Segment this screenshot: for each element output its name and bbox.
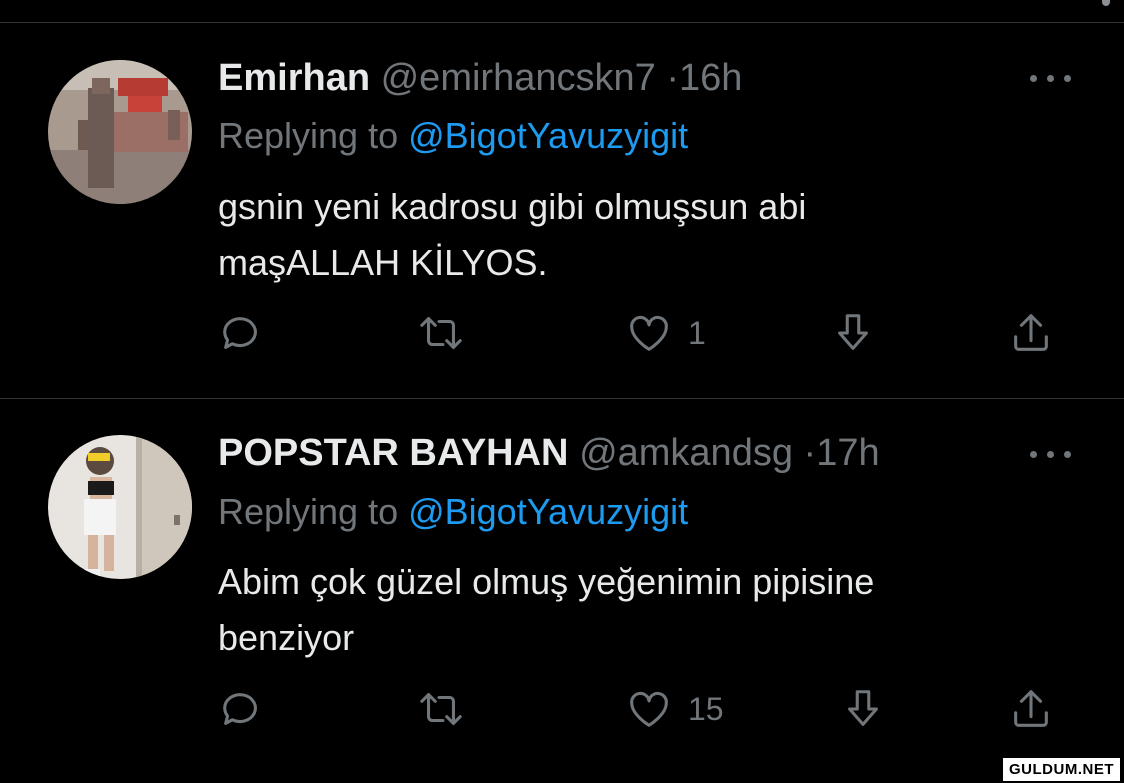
downvote-button[interactable]	[840, 684, 886, 734]
separator: ·	[666, 57, 679, 99]
user-handle[interactable]: @amkandsg	[579, 432, 793, 474]
tweet-header: POPSTAR BAYHAN @amkandsg ·17h	[218, 431, 880, 475]
retweet-icon	[420, 317, 462, 349]
separator: ·	[803, 432, 817, 474]
reply-button[interactable]	[218, 684, 264, 734]
display-name[interactable]: POPSTAR BAYHAN	[218, 432, 569, 474]
replying-to: Replying to @BigotYavuzyigit	[218, 490, 688, 534]
scrollbar-indicator[interactable]	[1102, 0, 1110, 6]
like-button[interactable]: 1	[626, 308, 706, 358]
mention-link[interactable]: @BigotYavuzyigit	[408, 115, 688, 156]
tweet-text: gsnin yeni kadrosu gibi olmuşsun abi maş…	[218, 186, 807, 283]
reply-icon	[223, 693, 257, 725]
like-count: 15	[688, 690, 724, 727]
tweet-header: Emirhan @emirhancskn7 ·16h	[218, 56, 742, 100]
watermark: GULDUM.NET	[1003, 758, 1120, 781]
tweet-text: Abim çok güzel olmuş yeğenimin pipisine …	[218, 561, 875, 658]
replying-to: Replying to @BigotYavuzyigit	[218, 114, 688, 158]
arrow-down-icon	[848, 690, 878, 726]
like-button[interactable]: 15	[626, 684, 724, 734]
avatar[interactable]	[48, 435, 192, 579]
share-icon	[1014, 690, 1048, 727]
share-icon	[1014, 314, 1048, 351]
avatar[interactable]	[48, 60, 192, 204]
display-name[interactable]: Emirhan	[218, 57, 370, 99]
retweet-button[interactable]	[418, 308, 464, 358]
timestamp[interactable]: 16h	[679, 57, 742, 99]
reply-button[interactable]	[218, 308, 264, 358]
more-options-icon[interactable]	[1030, 72, 1072, 84]
tweet-emirhan[interactable]: Emirhan @emirhancskn7 ·16h Replying to @…	[0, 23, 1124, 398]
reply-icon	[223, 317, 257, 349]
downvote-button[interactable]	[830, 308, 876, 358]
arrow-down-icon	[838, 314, 868, 350]
share-button[interactable]	[1008, 308, 1054, 358]
action-bar: 15	[0, 684, 1124, 734]
mention-link[interactable]: @BigotYavuzyigit	[408, 491, 688, 532]
action-bar: 1	[0, 308, 1124, 358]
timestamp[interactable]: 17h	[816, 432, 879, 474]
heart-icon	[630, 691, 668, 727]
user-handle[interactable]: @emirhancskn7	[381, 57, 656, 99]
like-count: 1	[688, 314, 706, 351]
retweet-button[interactable]	[418, 684, 464, 734]
replying-prefix: Replying to	[218, 491, 409, 532]
retweet-icon	[420, 693, 462, 725]
tweet-popstar-bayhan[interactable]: POPSTAR BAYHAN @amkandsg ·17h Replying t…	[0, 399, 1124, 783]
share-button[interactable]	[1008, 684, 1054, 734]
more-options-icon[interactable]	[1030, 448, 1072, 460]
replying-prefix: Replying to	[218, 115, 409, 156]
heart-icon	[630, 315, 668, 351]
